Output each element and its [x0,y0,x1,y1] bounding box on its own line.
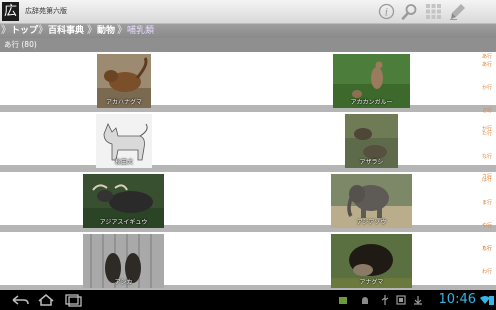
index-item[interactable]: ら行 [478,238,492,261]
clock[interactable]: 10:46 [439,292,476,307]
search-icon[interactable] [401,3,418,20]
animal-label: アカカンガルー [350,99,393,106]
animal-cell-water-buffalo[interactable]: アジアスイギュウ [83,174,164,228]
breadcrumb-mammals: 哺乳類 [127,26,155,36]
section-title: あ行 (80) [4,40,37,49]
app-title: 広辞苑第六版 [25,7,67,15]
index-item[interactable]: た行 [478,123,492,146]
index-item[interactable]: さ行 [478,100,492,123]
animal-cell-akita[interactable]: 秋田犬 [96,114,152,168]
row-divider [0,165,496,172]
animal-label: 秋田犬 [114,159,133,166]
breadcrumb-separator: 》 [1,25,11,36]
breadcrumb-encyclopedia[interactable]: 百科事典 [48,24,84,38]
animal-cell-badger[interactable]: アナグマ [331,234,412,288]
info-icon[interactable]: i [378,3,395,20]
list-row: た行 アシカ アナグマ [0,232,496,290]
index-column: あ行 か行 さ行 た行 な行 は行 ま行 や行 ら行 わ行 [478,54,492,284]
breadcrumb-separator: 》 [38,25,48,36]
animal-label: アシカ [114,279,133,286]
row-divider [0,105,496,112]
index-item[interactable]: わ行 [478,261,492,284]
download-icon[interactable] [413,295,423,305]
system-bar: 10:46 [0,290,496,310]
app-bar: 広 広辞苑第六版 i [0,0,496,24]
breadcrumb-top[interactable]: トップ [11,24,38,38]
animal-cell-sea-lion[interactable]: アシカ [83,234,164,288]
back-icon[interactable] [10,293,30,307]
media-icon[interactable] [396,295,406,305]
breadcrumb-animals[interactable]: 動物 [97,24,115,38]
app-logo: 広 [2,2,19,21]
section-header: あ行 (80) [0,38,496,52]
android-notification-icon[interactable] [360,295,370,305]
animal-label: アジアスイギュウ [99,219,148,226]
app-notification-icon[interactable] [338,295,348,305]
list-row: さ行 アジアスイギュウ アジアゾウ [0,172,496,232]
list-row: か行 秋田犬 アザラシ [0,112,496,172]
grid-view-icon[interactable] [425,3,442,20]
index-item[interactable]: ま行 [478,192,492,215]
breadcrumb-separator: 》 [117,25,127,36]
animal-label: アザラシ [359,159,384,166]
index-item[interactable]: や行 [478,215,492,238]
recent-apps-icon[interactable] [63,293,83,307]
animal-cell-elephant[interactable]: アジアゾウ [331,174,412,228]
animal-cell-kangaroo[interactable]: アカカンガルー [333,54,410,108]
index-item[interactable]: か行 [478,77,492,100]
home-icon[interactable] [36,293,56,307]
animal-label: アジアゾウ [356,219,387,226]
index-item[interactable]: な行 [478,146,492,169]
animal-label: アナグマ [359,279,384,286]
animal-cell-coati[interactable]: アカハナグマ [97,54,151,108]
index-item[interactable]: あ行 [478,54,492,77]
animal-cell-seal[interactable]: アザラシ [345,114,398,168]
index-item[interactable]: は行 [478,169,492,192]
list-row: あ行 アカハナグマ アカカンガルー [0,52,496,112]
breadcrumb-separator: 》 [87,25,97,36]
row-divider [0,225,496,232]
marker-icon[interactable] [449,3,466,20]
svg-text:i: i [385,8,388,19]
battery-icon[interactable] [488,295,495,305]
breadcrumb: 》 トップ 》 百科事典 》 動物 》 哺乳類 [0,24,496,38]
usb-icon[interactable] [380,295,390,305]
image-list[interactable]: あ行 アカハナグマ アカカンガルー か行 秋田犬 アザラシ さ行 アジアスイギュ… [0,52,496,290]
animal-label: アカハナグマ [105,99,142,106]
